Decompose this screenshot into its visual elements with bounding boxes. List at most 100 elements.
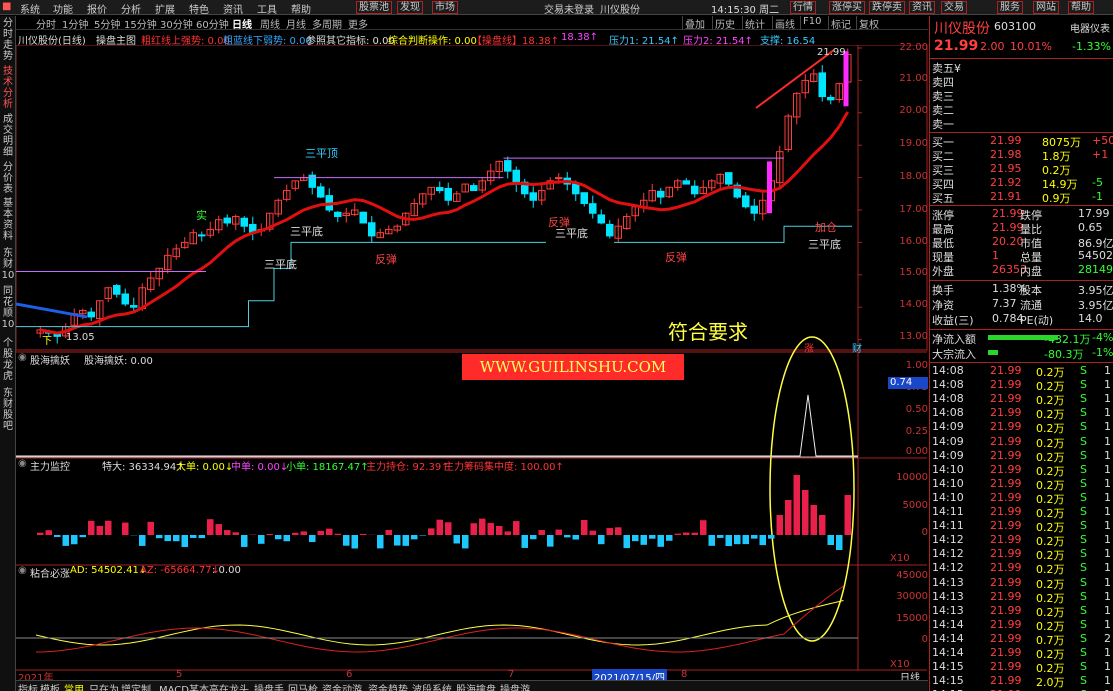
bottom-tab[interactable]: 只在为 — [89, 681, 119, 691]
limit-down-sell-button[interactable]: 跌停卖 — [869, 1, 905, 14]
left-tab-intraday[interactable]: 分时走势 — [1, 18, 15, 62]
tab-weekly[interactable]: 周线 — [260, 16, 280, 31]
bottom-tab[interactable]: MACD某本 — [159, 681, 209, 691]
discover-button[interactable]: 发现 — [397, 1, 423, 14]
zhanhe-title[interactable]: 粘合必涨 — [30, 565, 70, 580]
menu-function[interactable]: 功能 — [53, 1, 73, 16]
volume-bar-down — [632, 535, 639, 542]
menu-system[interactable]: 系统 — [20, 1, 40, 16]
mark-button[interactable]: 标记 — [828, 16, 853, 31]
quote-button[interactable]: 行情 — [790, 1, 816, 14]
menu-icon[interactable]: ■ — [2, 1, 11, 12]
bottom-tab[interactable]: 增定制 — [121, 681, 151, 691]
tick-time: 14:13 — [932, 589, 964, 603]
collapse-icon[interactable]: ◉ — [18, 565, 27, 576]
tab-daily[interactable]: 日线 — [232, 16, 252, 31]
bottom-tab[interactable]: 操盘游 — [500, 681, 530, 691]
help-button[interactable]: 帮助 — [1068, 1, 1094, 14]
left-tab-lhb[interactable]: 个股龙虎 — [1, 338, 15, 382]
tab-30min[interactable]: 30分钟 — [160, 16, 193, 31]
tick-side: S — [1080, 378, 1087, 392]
volume-bar-up — [844, 495, 851, 535]
collapse-icon[interactable]: ◉ — [18, 352, 27, 363]
volume-bar-down — [598, 535, 605, 545]
candle-down — [334, 211, 342, 217]
tick-row: 14:08 21.99 0.2万 S 1 — [932, 378, 1112, 393]
tab-monthly[interactable]: 月线 — [286, 16, 306, 31]
tab-15min[interactable]: 15分钟 — [124, 16, 157, 31]
left-tab-technical[interactable]: 技术分析 — [1, 66, 15, 110]
zhanhe-extra: : 0.00 — [212, 565, 241, 576]
menu-extend[interactable]: 扩展 — [155, 1, 175, 16]
collapse-icon[interactable]: ◉ — [18, 458, 27, 469]
tick-price: 21.99 — [990, 575, 1022, 589]
restore-button[interactable]: 复权 — [856, 16, 881, 31]
flow-bar — [988, 335, 1058, 340]
tick-price: 21.99 — [990, 378, 1022, 392]
sector-box[interactable]: 电器仪表 — [1070, 20, 1110, 35]
f10-button[interactable]: F10 — [800, 16, 823, 30]
bottom-tab[interactable]: 模板 — [40, 681, 60, 691]
tab-more[interactable]: 更多 — [348, 16, 368, 31]
left-tab-ths[interactable]: 同花顺10 — [1, 286, 15, 330]
menu-tools[interactable]: 工具 — [257, 1, 277, 16]
market-button[interactable]: 市场 — [432, 1, 458, 14]
stat-value: 7.37 — [992, 297, 1017, 310]
bottom-tab[interactable]: 资金动游 — [322, 681, 362, 691]
gunhai-title[interactable]: 股海擒妖 — [30, 352, 70, 367]
menu-analysis[interactable]: 分析 — [121, 1, 141, 16]
overlay-button[interactable]: 叠加 — [682, 16, 707, 31]
left-tab-price[interactable]: 分价表 — [1, 162, 15, 195]
tab-multi[interactable]: 多周期 — [312, 16, 342, 31]
volume-bar-up — [232, 532, 239, 535]
tick-count: 1 — [1104, 547, 1111, 561]
tick-side: S — [1080, 448, 1087, 462]
tick-side: S — [1080, 476, 1087, 490]
left-tab-fundamental[interactable]: 基本资料 — [1, 198, 15, 242]
stats-button[interactable]: 统计 — [742, 16, 767, 31]
volume-bar-up — [555, 529, 562, 535]
tick-time: 14:12 — [932, 561, 964, 575]
tab-5min[interactable]: 5分钟 — [94, 16, 120, 31]
service-button[interactable]: 服务 — [997, 1, 1023, 14]
news-button[interactable]: 资讯 — [909, 1, 935, 14]
bottom-tab[interactable]: 操盘手 — [254, 681, 284, 691]
main-force-title[interactable]: 主力监控 — [30, 458, 70, 473]
tab-1min[interactable]: 1分钟 — [62, 16, 88, 31]
tab-60min[interactable]: 60分钟 — [196, 16, 229, 31]
volume-bar-down — [139, 535, 146, 546]
trade-button[interactable]: 交易 — [941, 1, 967, 14]
volume-bar-up — [785, 500, 792, 535]
bottom-tab[interactable]: 波段系统 — [412, 681, 452, 691]
ma-red-line — [39, 111, 850, 335]
menu-help[interactable]: 帮助 — [291, 1, 311, 16]
bottom-tab[interactable]: 资金趋势 — [368, 681, 408, 691]
bottom-tab[interactable]: 常用 — [64, 681, 84, 691]
tick-price: 21.99 — [990, 617, 1022, 631]
main-force-tick: 10000 — [896, 472, 928, 483]
volume-bar-up — [445, 522, 452, 535]
bottom-tab[interactable]: 指标 — [18, 681, 38, 691]
draw-button[interactable]: 画线 — [772, 16, 797, 31]
bottom-tab[interactable]: 股海擒盘 — [456, 681, 496, 691]
left-tab-guba[interactable]: 东财股吧 — [1, 388, 15, 432]
menu-info[interactable]: 资讯 — [223, 1, 243, 16]
tick-side: S — [1080, 646, 1087, 659]
history-button[interactable]: 历史 — [712, 16, 737, 31]
stock-pool-button[interactable]: 股票池 — [356, 1, 392, 14]
price-tick: 16.00 — [899, 236, 928, 247]
bottom-tab[interactable]: 高在龙头 — [209, 681, 249, 691]
menu-quote[interactable]: 报价 — [87, 1, 107, 16]
volume-bar-down — [394, 535, 401, 546]
left-tab-detail[interactable]: 成交明细 — [1, 114, 15, 158]
date-axis: 2021年 5 6 7 2021/07/15/四 8 日线 — [16, 669, 928, 684]
candle-down — [606, 223, 614, 237]
tab-intraday[interactable]: 分时 — [36, 16, 56, 31]
website-button[interactable]: 网站 — [1033, 1, 1059, 14]
limit-up-buy-button[interactable]: 涨停买 — [829, 1, 865, 14]
bottom-tab[interactable]: 回马枪 — [288, 681, 318, 691]
left-tab-eastmoney[interactable]: 东财10 — [1, 248, 15, 281]
low-price-label: 13.05 — [66, 332, 95, 343]
volume-bar-down — [564, 535, 571, 538]
menu-feature[interactable]: 特色 — [189, 1, 209, 16]
